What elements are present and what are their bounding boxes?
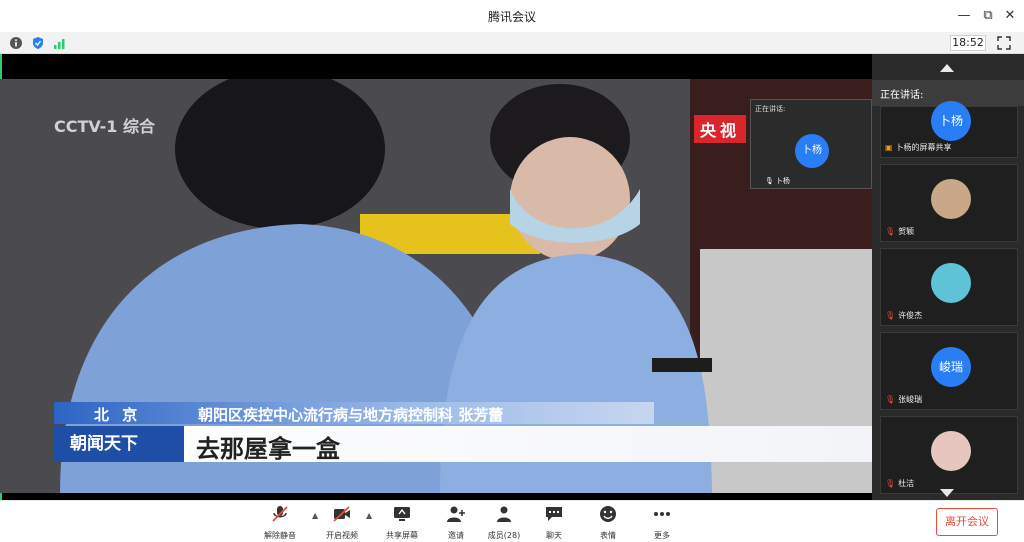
caption-nameplate: 北 京 朝阳区疾控中心流行病与地方病控制科 张芳蕾 [54,402,654,424]
shield-icon[interactable] [31,36,45,50]
meeting-toolbar: 解除静音 ▲ 开启视频 ▲ 共享屏幕 邀请 成员(28) 聊天 表情 更多 [0,500,1024,542]
thumb-name-text: 卜杨 [775,177,790,185]
speaking-label: 正在讲话: [880,90,924,101]
participant-tile[interactable]: 卜杨 ▣ 卜杨的屏幕共享 [880,101,1018,158]
smiley-icon [600,506,616,522]
members-button[interactable]: 成员(28) [476,505,532,541]
members-label: 成员(28) [487,531,521,540]
minimize-button[interactable]: — [954,6,974,26]
channel-watermark: CCTV-1 综合 [54,117,155,136]
chat-button[interactable]: 聊天 [526,505,582,541]
participant-avatar: 峻瑞 [931,347,971,387]
mic-muted-icon: 🎙 [885,311,896,320]
participant-label: 🎙 杜洁 [885,478,914,489]
start-video-label: 开启视频 [326,531,358,540]
participant-tile[interactable]: 峻瑞 🎙 张峻瑞 [880,332,1018,410]
participant-tile[interactable]: 🎙 杜洁 [880,416,1018,494]
info-icon[interactable] [9,36,23,50]
more-label: 更多 [654,531,670,540]
share-screen-button[interactable]: 共享屏幕 [374,505,430,541]
camera-off-icon [333,506,350,522]
thumb-avatar: 卜杨 [795,134,829,168]
participant-name: 卜杨的屏幕共享 [895,143,952,152]
scroll-up-icon[interactable] [940,64,954,72]
meeting-clock: 18:52 [950,35,986,51]
participant-avatar [931,179,971,219]
more-button[interactable]: 更多 [634,505,690,541]
window-title: 腾讯会议 [487,10,536,24]
signal-icon[interactable] [53,36,67,50]
thumb-name: 🎙 卜杨 [765,176,790,186]
fullscreen-icon[interactable] [996,35,1012,51]
participant-avatar [931,263,971,303]
caption-subtitle-bar: 朝闻天下 去那屋拿一盒 [54,426,872,463]
share-screen-icon [394,507,410,521]
participants-panel: 正在讲话: 卜杨 ▣ 卜杨的屏幕共享 🎙 贺颖 🎙 许俊杰 峻瑞 🎙 张峻瑞 🎙 杜洁 [872,54,1024,500]
scroll-down-icon[interactable] [940,489,954,497]
participant-tile[interactable]: 🎙 贺颖 [880,164,1018,242]
mic-muted-icon: 🎙 [885,395,896,404]
participant-label: 🎙 张峻瑞 [885,394,922,405]
channel-badge: 央视 [694,115,747,143]
participant-name: 贺颖 [898,227,915,236]
share-screen-label: 共享屏幕 [386,531,418,540]
mic-muted-icon: 🎙 [885,227,896,236]
mic-icon: 🎙 [765,177,774,185]
video-options-caret[interactable]: ▲ [366,511,372,520]
caption-speaker: 朝阳区疾控中心流行病与地方病控制科 张芳蕾 [198,406,504,424]
title-bar: 腾讯会议 — ⧉ ✕ [0,0,1024,32]
screen-share-icon: ▣ [885,143,893,152]
caption-location: 北 京 [94,406,142,424]
members-icon [497,506,511,522]
caption-subtitle: 去那屋拿一盒 [196,435,340,463]
mic-muted-icon [272,506,288,522]
participant-name: 张峻瑞 [898,395,923,404]
info-bar: 18:52 [0,32,1024,54]
speaker-thumbnail[interactable]: 正在讲话: 卜杨 🎙 卜杨 [750,99,872,189]
more-icon [654,512,670,516]
add-user-icon [447,506,465,522]
emoji-button[interactable]: 表情 [580,505,636,541]
participant-name: 杜洁 [898,479,915,488]
participant-label: 🎙 许俊杰 [885,310,922,321]
mic-muted-icon: 🎙 [885,479,896,488]
unmute-label: 解除静音 [264,531,296,540]
participant-avatar [931,431,971,471]
participant-avatar: 卜杨 [931,101,971,141]
leave-meeting-button[interactable]: 离开会议 [936,508,998,536]
thumb-speaking-label: 正在讲话: [755,105,786,113]
participant-tile[interactable]: 🎙 许俊杰 [880,248,1018,326]
start-video-button[interactable]: 开启视频 [314,505,370,541]
shared-screen-stage: CCTV-1 综合 央视 北 京 朝阳区疾控中心流行病与地方病控制科 张芳蕾 朝… [0,54,872,500]
emoji-label: 表情 [600,531,616,540]
restore-button[interactable]: ⧉ [978,6,998,26]
program-logo: 朝闻天下 [54,426,184,462]
chat-label: 聊天 [546,531,562,540]
close-button[interactable]: ✕ [1000,6,1020,26]
participant-label: 🎙 贺颖 [885,226,914,237]
participant-name: 许俊杰 [898,311,923,320]
unmute-button[interactable]: 解除静音 [252,505,308,541]
participant-label: ▣ 卜杨的屏幕共享 [885,142,952,153]
chat-icon [546,507,562,521]
